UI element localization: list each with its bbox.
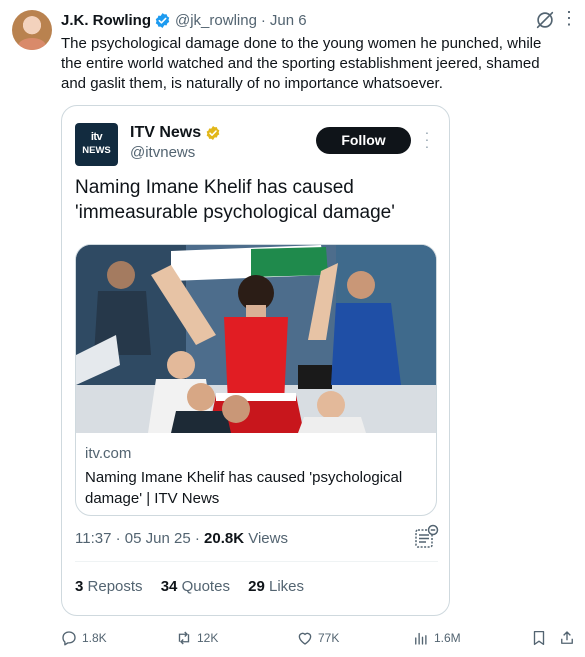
bookmark-icon [533, 630, 545, 646]
quoted-likes[interactable]: 29 Likes [248, 578, 304, 595]
reply-button[interactable]: 1.8K [60, 628, 107, 648]
quoted-quotes[interactable]: 34 Quotes [161, 578, 230, 595]
quoted-post[interactable]: itv NEWS ITV News @itvnews Follow · · · Na… [61, 105, 450, 616]
share-icon [561, 631, 573, 644]
action-bar: 1.8K 12K 77K 1.6M [60, 628, 580, 648]
gold-verified-badge-icon [206, 126, 220, 140]
author-avatar[interactable] [12, 10, 52, 50]
post-header: J.K. Rowling @jk_rowling · Jun 6 [61, 10, 307, 30]
quoted-more-icon[interactable]: · · · [422, 125, 432, 153]
like-button[interactable]: 77K [296, 628, 339, 648]
repost-button[interactable]: 12K [175, 628, 218, 648]
quoted-views-count: 20.8K [204, 530, 245, 547]
quoted-headline: Naming Imane Khelif has caused 'immeasur… [75, 177, 395, 223]
link-card[interactable]: itv.com Naming Imane Khelif has caused '… [75, 244, 437, 516]
quoted-views-label: Views [248, 530, 288, 547]
note-icon[interactable] [413, 524, 439, 550]
follow-button[interactable]: Follow [316, 127, 411, 154]
views-icon [415, 632, 427, 645]
quoted-author: ITV News [130, 124, 221, 142]
reply-count: 1.8K [82, 631, 107, 645]
views-button[interactable]: 1.6M [412, 628, 461, 648]
more-icon[interactable]: ⋮ [560, 9, 578, 31]
verified-badge-icon [155, 12, 170, 28]
quoted-author-name[interactable]: ITV News [130, 124, 201, 142]
boxer-photo [76, 245, 436, 433]
quoted-reposts[interactable]: 3 Reposts [75, 578, 143, 595]
quoted-meta: 11:37 · 05 Jun 25 · 20.8K Views [75, 530, 288, 547]
like-icon [298, 632, 312, 645]
itv-news-avatar[interactable]: itv NEWS [75, 123, 118, 166]
reply-icon [62, 631, 76, 646]
card-domain[interactable]: itv.com [85, 445, 131, 462]
quoted-author-handle[interactable]: @itvnews [130, 144, 195, 161]
views-count: 1.6M [434, 631, 461, 645]
card-image[interactable] [76, 245, 436, 433]
post-text: The psychological damage done to the you… [61, 35, 542, 92]
grok-icon[interactable] [534, 9, 556, 31]
share-button[interactable] [558, 628, 580, 648]
quoted-stats: 3 Reposts 34 Quotes 29 Likes [75, 578, 318, 595]
author-name[interactable]: J.K. Rowling [61, 12, 151, 29]
repost-icon [178, 631, 190, 645]
card-title[interactable]: Naming Imane Khelif has caused 'psycholo… [85, 467, 425, 509]
repost-count: 12K [197, 631, 219, 645]
bookmark-button[interactable] [530, 628, 552, 648]
separator-dot: · [260, 11, 266, 29]
author-handle[interactable]: @jk_rowling [175, 12, 257, 29]
like-count: 77K [318, 631, 340, 645]
quoted-time[interactable]: 11:37 [75, 530, 111, 547]
quoted-date[interactable]: 05 Jun 25 [125, 530, 191, 547]
quoted-divider [75, 561, 438, 562]
post-date[interactable]: Jun 6 [270, 12, 307, 29]
